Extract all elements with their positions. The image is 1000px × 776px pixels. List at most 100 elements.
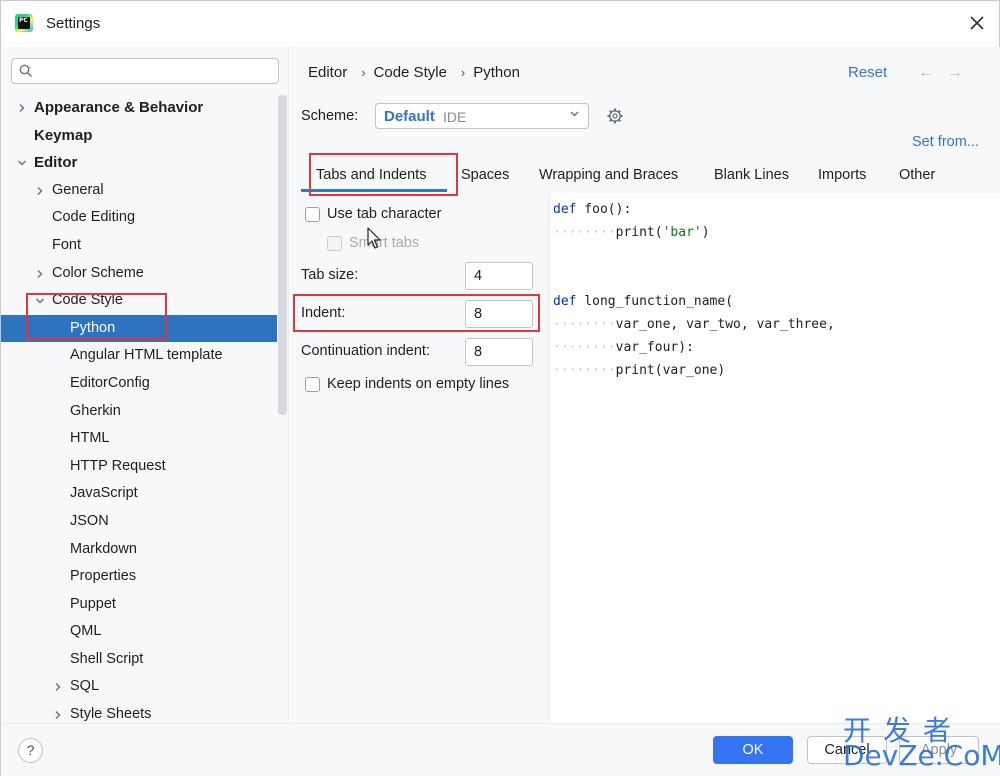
sidebar-item-color-scheme[interactable]: Color Scheme [1,260,277,288]
sidebar-item-shell-script[interactable]: Shell Script [1,646,277,674]
sidebar-item-label: Keymap [34,126,93,144]
sidebar-item-json[interactable]: JSON [1,508,277,536]
sidebar-item-label: SQL [70,678,100,695]
main-panel: Editor › Code Style › Python Reset ← → Schem… [290,47,1000,723]
sidebar-item-editorconfig[interactable]: EditorConfig [1,370,277,398]
sidebar-item-editor[interactable]: Editor [1,149,277,177]
gear-icon[interactable] [606,107,624,125]
tab-size-value: 4 [474,268,483,284]
sidebar-item-properties[interactable]: Properties [1,563,277,591]
title-bar: PC Settings [1,1,1000,47]
continuation-indent-label: Continuation indent: [301,343,430,359]
smart-tabs-checkbox[interactable] [327,236,342,251]
chevron-right-icon[interactable] [52,673,64,700]
sidebar-item-font[interactable]: Font [1,232,277,260]
scheme-dropdown[interactable]: Default IDE [375,103,589,129]
sidebar-item-sql[interactable]: SQL [1,673,277,701]
tab-size-label: Tab size: [301,267,359,283]
code-line: ········print('bar') [553,225,710,240]
continuation-indent-input[interactable]: 8 [465,338,533,366]
breadcrumb-separator: › [361,65,366,80]
close-icon[interactable] [967,13,987,33]
code-line: ········print(var_one) [553,363,726,378]
breadcrumb-python: Python [473,64,520,81]
sidebar-scrollbar[interactable] [278,95,287,415]
sidebar-item-label: JavaScript [70,485,138,502]
code-line: def long_function_name( [553,294,734,309]
chevron-down-icon[interactable] [16,149,28,176]
code-line: def foo(): [553,202,632,217]
sidebar-item-angular-html-template[interactable]: Angular HTML template [1,342,277,370]
tab-size-input[interactable]: 4 [465,262,533,290]
tab-blank-lines[interactable]: Blank Lines [714,167,789,183]
settings-tree: Appearance & Behavior Keymap Editor General… [1,94,277,729]
tab-wrapping-and-braces[interactable]: Wrapping and Braces [539,167,678,183]
highlight-box-indent [293,294,540,332]
sidebar-item-keymap[interactable]: Keymap [1,122,277,150]
ok-button[interactable]: OK [713,736,793,764]
sidebar-item-code-editing[interactable]: Code Editing [1,204,277,232]
back-arrow-icon[interactable]: ← [918,64,934,82]
sidebar-item-html[interactable]: HTML [1,425,277,453]
use-tab-character-label: Use tab character [327,206,442,222]
help-button[interactable]: ? [18,738,43,763]
search-icon [19,64,33,78]
sidebar-item-gherkin[interactable]: Gherkin [1,398,277,426]
devze-watermark: 开发者 DevZe.CoM [843,709,1000,773]
scheme-label: Scheme: [301,108,359,124]
indent-options-pane: Use tab character Smart tabs Tab size: 4… [290,193,549,723]
sidebar-item-label: Appearance & Behavior [34,99,204,116]
sidebar-item-label: Code Editing [52,209,136,226]
sidebar-item-general[interactable]: General [1,177,277,205]
tab-other[interactable]: Other [899,167,935,183]
breadcrumb-separator: › [460,65,466,80]
chevron-right-icon[interactable] [34,260,46,287]
tab-spaces[interactable]: Spaces [461,167,509,183]
sidebar-item-label: Markdown [70,540,137,557]
keep-indents-checkbox[interactable] [305,377,320,392]
keep-indents-label: Keep indents on empty lines [327,376,510,392]
forward-arrow-icon[interactable]: → [947,64,963,82]
search-field[interactable] [40,62,270,80]
sidebar-item-markdown[interactable]: Markdown [1,536,277,564]
sidebar-item-label: Properties [70,568,137,585]
sidebar-item-javascript[interactable]: JavaScript [1,480,277,508]
settings-sidebar: Appearance & Behavior Keymap Editor General… [1,47,289,723]
continuation-indent-value: 8 [474,344,483,360]
sidebar-item-appearance-behavior[interactable]: Appearance & Behavior [1,94,277,122]
sidebar-item-label: JSON [70,512,109,529]
chevron-right-icon[interactable] [34,177,46,204]
settings-search-input[interactable] [11,58,279,84]
sidebar-item-label: Gherkin [70,402,121,419]
breadcrumb-editor[interactable]: Editor [308,64,347,81]
highlight-box-code-style [26,293,167,340]
breadcrumb: Editor › Code Style › Python [308,64,526,81]
code-preview: def foo(): ········print('bar') def long… [549,193,1000,723]
window-title: Settings [46,15,101,32]
chevron-down-icon [569,108,580,122]
sidebar-item-label: HTTP Request [70,457,166,474]
watermark-bottom: DevZe.CoM [843,739,1000,772]
sidebar-item-label: HTML [70,430,110,447]
sidebar-item-label: General [52,181,104,198]
tab-imports[interactable]: Imports [818,167,866,183]
sidebar-item-label: EditorConfig [70,374,150,391]
pycharm-app-icon: PC [15,14,33,32]
sidebar-item-label: Angular HTML template [70,347,223,364]
sidebar-item-http-request[interactable]: HTTP Request [1,453,277,481]
use-tab-character-checkbox[interactable] [305,207,320,222]
code-line: ········var_one, var_two, var_three, [553,317,835,332]
settings-window: PC Settings Appearance & Behavior Keymap E… [0,0,1000,776]
highlight-box-tabs-and-indents [309,153,458,196]
sidebar-item-qml[interactable]: QML [1,618,277,646]
scheme-value: Default [384,108,435,125]
chevron-right-icon[interactable] [16,94,28,121]
sidebar-item-label: Color Scheme [52,264,144,281]
sidebar-item-label: QML [70,623,102,640]
breadcrumb-code-style[interactable]: Code Style [374,64,447,81]
reset-link[interactable]: Reset [848,64,887,81]
sidebar-item-label: Shell Script [70,650,144,667]
sidebar-item-label: Editor [34,154,78,172]
sidebar-item-puppet[interactable]: Puppet [1,591,277,619]
set-from-link[interactable]: Set from... [912,134,979,150]
